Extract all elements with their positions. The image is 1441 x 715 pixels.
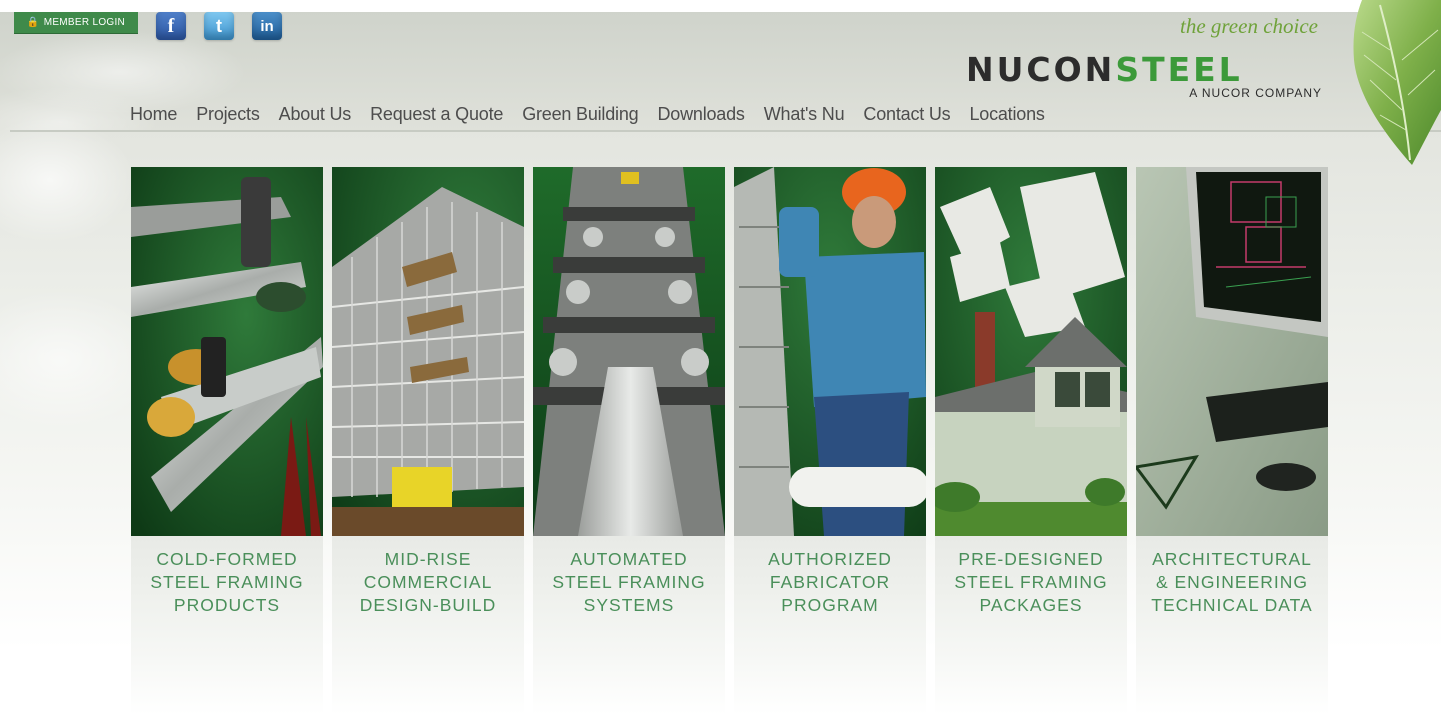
caption-line: STEEL FRAMING [954, 572, 1108, 592]
member-login-button[interactable]: 🔒 MEMBER LOGIN [14, 12, 138, 34]
nav-green-building[interactable]: Green Building [522, 103, 638, 127]
caption-line: PRODUCTS [173, 595, 281, 615]
caption-line: COLD-FORMED [156, 549, 298, 569]
caption-line: STEEL FRAMING [150, 572, 304, 592]
leaf-icon [1353, 0, 1441, 165]
nav-locations[interactable]: Locations [969, 103, 1044, 127]
panel-mid-rise[interactable]: MID-RISE COMMERCIAL DESIGN-BUILD [332, 167, 524, 715]
facebook-icon[interactable]: f [156, 12, 186, 40]
member-login-label: MEMBER LOGIN [43, 17, 126, 28]
panel-architectural[interactable]: ARCHITECTURAL & ENGINEERING TECHNICAL DA… [1136, 167, 1328, 715]
caption-line: DESIGN-BUILD [359, 595, 497, 615]
panel-pre-designed[interactable]: PRE-DESIGNED STEEL FRAMING PACKAGES [935, 167, 1127, 715]
caption-line: MID-RISE [384, 549, 472, 569]
caption-line: PACKAGES [979, 595, 1083, 615]
logo-subtitle: A NUCOR COMPANY [1189, 86, 1322, 100]
cloud-decoration [0, 120, 150, 540]
caption-line: SYSTEMS [583, 595, 675, 615]
facebook-glyph: f [167, 14, 175, 37]
caption-line: COMMERCIAL [363, 572, 493, 592]
panel-authorized-fabricator[interactable]: AUTHORIZED FABRICATOR PROGRAM [734, 167, 926, 715]
top-strip [0, 0, 1441, 12]
panel-caption: PRE-DESIGNED STEEL FRAMING PACKAGES [935, 536, 1127, 715]
site-logo[interactable]: NUCONSTEEL [966, 53, 1326, 86]
main-nav: Home Projects About Us Request a Quote G… [130, 103, 1064, 127]
caption-line: PROGRAM [781, 595, 879, 615]
panel-caption: MID-RISE COMMERCIAL DESIGN-BUILD [332, 536, 524, 715]
nav-home[interactable]: Home [130, 103, 177, 127]
caption-line: ARCHITECTURAL [1152, 549, 1312, 569]
nav-about-us[interactable]: About Us [279, 103, 352, 127]
roll-forming-machine-photo [533, 167, 725, 536]
caption-line: STEEL FRAMING [552, 572, 706, 592]
panel-automated[interactable]: AUTOMATED STEEL FRAMING SYSTEMS [533, 167, 725, 715]
caption-line: PRE-DESIGNED [958, 549, 1104, 569]
panel-cold-formed[interactable]: COLD-FORMED STEEL FRAMING PRODUCTS [131, 167, 323, 715]
nav-contact-us[interactable]: Contact Us [863, 103, 950, 127]
lock-icon: 🔒 [26, 17, 40, 28]
linkedin-icon[interactable]: in [252, 12, 282, 40]
nav-whats-nu[interactable]: What's Nu [764, 103, 845, 127]
nav-projects[interactable]: Projects [196, 103, 260, 127]
twitter-icon[interactable]: t [204, 12, 234, 40]
caption-line: & ENGINEERING [1155, 572, 1309, 592]
house-floorplan-photo [935, 167, 1127, 536]
construction-worker-photo [734, 167, 926, 536]
tagline: the green choice [1180, 14, 1318, 38]
header-divider [10, 130, 1441, 132]
panel-caption: AUTHORIZED FABRICATOR PROGRAM [734, 536, 926, 715]
logo-steel: STEEL [1115, 50, 1243, 89]
caption-line: TECHNICAL DATA [1151, 595, 1313, 615]
caption-line: AUTOMATED [570, 549, 688, 569]
twitter-glyph: t [216, 15, 222, 36]
nav-downloads[interactable]: Downloads [657, 103, 744, 127]
panel-caption: ARCHITECTURAL & ENGINEERING TECHNICAL DA… [1136, 536, 1328, 715]
cold-formed-steel-framing-photo [131, 167, 323, 536]
logo-nucon: NUCON [966, 50, 1116, 89]
panel-caption: AUTOMATED STEEL FRAMING SYSTEMS [533, 536, 725, 715]
caption-line: AUTHORIZED [768, 549, 892, 569]
panel-caption: COLD-FORMED STEEL FRAMING PRODUCTS [131, 536, 323, 715]
cad-computer-photo [1136, 167, 1328, 536]
caption-line: FABRICATOR [769, 572, 891, 592]
mid-rise-building-photo [332, 167, 524, 536]
nav-request-quote[interactable]: Request a Quote [370, 103, 503, 127]
linkedin-glyph: in [260, 17, 274, 35]
